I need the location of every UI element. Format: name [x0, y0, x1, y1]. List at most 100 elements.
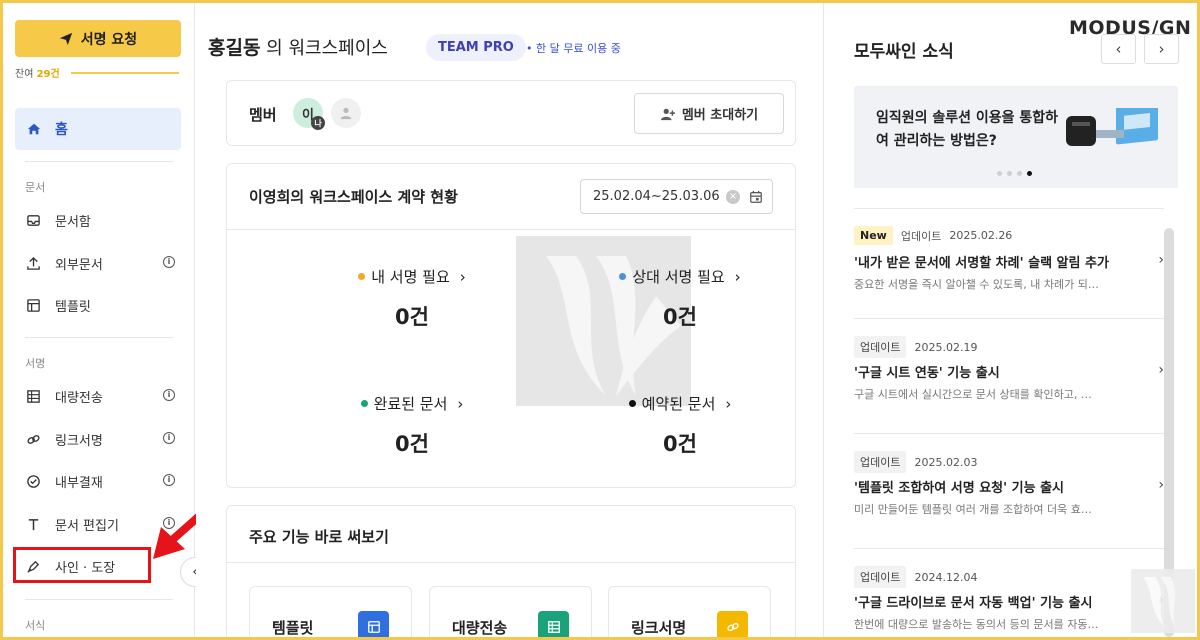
user-icon: [340, 107, 352, 120]
chevron-right-icon: ›: [457, 394, 464, 413]
status-dot: [619, 273, 627, 280]
remaining-bar: [71, 72, 179, 74]
news-headline: '구글 시트 연동' 기능 출시: [854, 366, 1000, 381]
sidebar-item-bulk-send[interactable]: 대량전송 i: [15, 381, 181, 411]
divider: [227, 229, 795, 230]
feature-templates[interactable]: 템플릿: [249, 586, 412, 637]
category-label: 업데이트: [854, 336, 907, 358]
divider: [25, 599, 173, 600]
remaining-count: 잔여 29건: [15, 69, 60, 80]
news-summary: 구글 시트에서 실시간으로 문서 상태를 확인하고, …: [854, 388, 1092, 401]
news-summary: 한번에 대량으로 발송하는 동의서 등의 문서를 자동…: [854, 618, 1099, 631]
news-title: 모두싸인 소식: [854, 42, 954, 62]
stat-my-signature[interactable]: 내 서명 필요 › 0건: [312, 266, 512, 331]
new-badge: New: [854, 226, 893, 245]
template-icon: [358, 611, 389, 637]
features-card: 주요 기능 바로 써보기 템플릿 대량전송 링크서명: [226, 505, 796, 637]
highlight-box: [13, 547, 151, 583]
text-icon: [25, 516, 41, 532]
feature-bulk-send[interactable]: 대량전송: [429, 586, 592, 637]
sidebar-item-label: 외부문서: [55, 257, 103, 273]
trial-note: • 한 달 무료 이용 중: [526, 42, 621, 55]
list-item[interactable]: 업데이트 2025.02.03 '템플릿 조합하여 서명 요청' 기능 출시 미리…: [854, 433, 1164, 548]
news-summary: 미리 만들어둔 템플릿 여러 개를 조합하여 더욱 효…: [854, 503, 1092, 516]
sidebar-item-label: 대량전송: [55, 390, 103, 406]
chevron-right-icon: ›: [459, 267, 466, 286]
sign-request-button[interactable]: 서명 요청: [15, 20, 181, 57]
info-icon[interactable]: i: [163, 389, 175, 401]
list-item[interactable]: 업데이트 2025.02.19 '구글 시트 연동' 기능 출시 구글 시트에서 …: [854, 318, 1164, 433]
divider: [25, 337, 173, 338]
clear-icon[interactable]: ×: [726, 190, 740, 204]
info-icon[interactable]: i: [163, 474, 175, 486]
list-item[interactable]: 업데이트 2024.12.04 '구글 드라이브로 문서 자동 백업' 기능 출시…: [854, 548, 1164, 637]
contract-title: 이영희의 워크스페이스 계약 현황: [249, 188, 458, 206]
section-label-documents: 문서: [25, 181, 46, 194]
info-icon[interactable]: i: [163, 256, 175, 268]
news-date: 2025.02.19: [914, 340, 978, 354]
check-circle-icon: [25, 473, 41, 489]
status-dot: [358, 273, 366, 280]
sign-request-label: 서명 요청: [80, 31, 138, 48]
sidebar-item-templates[interactable]: 템플릿: [15, 290, 181, 320]
avatar-placeholder[interactable]: [331, 98, 361, 128]
sidebar-item-label: 템플릿: [55, 299, 91, 315]
news-headline: '내가 받은 문서에 서명할 차례' 슬랙 알림 추가: [854, 256, 1109, 271]
sidebar-item-inbox[interactable]: 문서함: [15, 205, 181, 235]
send-icon: [59, 32, 72, 45]
stat-counterparty-signature[interactable]: 상대 서명 필요 › 0건: [580, 266, 780, 331]
sidebar-item-label: 문서함: [55, 214, 91, 230]
divider: [227, 562, 795, 563]
news-date: 2025.02.26: [949, 229, 1013, 242]
sidebar-item-label: 홈: [55, 122, 68, 138]
section-label-signing: 서명: [25, 357, 46, 370]
category-label: 업데이트: [854, 566, 907, 588]
news-date: 2025.02.03: [914, 455, 978, 469]
link-icon: [25, 431, 41, 447]
sidebar-item-label: 문서 편집기: [55, 518, 119, 534]
sidebar-item-label: 링크서명: [55, 433, 103, 449]
sidebar-item-link-sign[interactable]: 링크서명 i: [15, 424, 181, 454]
status-dot: [628, 400, 636, 407]
plan-badge: TEAM PRO: [426, 34, 526, 61]
news-date: 2024.12.04: [914, 570, 978, 584]
invite-member-button[interactable]: 멤버 초대하기: [634, 93, 784, 134]
workspace-title: 홍길동 의 워크스페이스: [208, 37, 388, 59]
category-label: 업데이트: [900, 229, 942, 243]
inbox-icon: [25, 212, 41, 228]
avatar[interactable]: 이 나: [293, 98, 325, 130]
feature-link-sign[interactable]: 링크서명: [608, 586, 771, 637]
news-prev-button[interactable]: ‹: [1101, 34, 1136, 64]
news-summary: 중요한 서명을 즉시 알아챌 수 있도록, 내 차례가 되…: [854, 278, 1099, 291]
stat-completed-docs[interactable]: 완료된 문서 › 0건: [312, 393, 512, 458]
contract-status-card: 이영희의 워크스페이스 계약 현황 25.02.04~25.03.06 × 내 …: [226, 163, 796, 488]
upload-icon: [25, 255, 41, 271]
template-icon: [25, 297, 41, 313]
sidebar-item-external-docs[interactable]: 외부문서 i: [15, 248, 181, 278]
member-label: 멤버: [249, 106, 277, 124]
sidebar-item-home[interactable]: 홈: [15, 108, 181, 150]
watermark-logo-icon: [1131, 569, 1195, 633]
key-card-icon: [1066, 108, 1158, 146]
calendar-icon[interactable]: [749, 190, 763, 204]
stat-scheduled-docs[interactable]: 예약된 문서 › 0건: [580, 393, 780, 458]
promo-banner[interactable]: 임직원의 솔루션 이용을 통합하여 관리하는 방법은?: [854, 86, 1178, 188]
info-icon[interactable]: i: [163, 432, 175, 444]
chevron-right-icon: ›: [734, 267, 741, 286]
table-icon: [25, 388, 41, 404]
news-next-button[interactable]: ›: [1144, 34, 1179, 64]
banner-text: 임직원의 솔루션 이용을 통합하여 관리하는 방법은?: [876, 110, 1059, 149]
home-icon: [27, 123, 41, 135]
table-icon: [538, 611, 569, 637]
news-panel: MODUS/GN 모두싸인 소식 ‹ › 임직원의 솔루션 이용을 통합하여 관…: [823, 3, 1197, 637]
app-frame: 서명 요청 잔여 29건 홈 문서 문서함 외부문서 i 템플릿 서명 대량전송…: [3, 3, 1197, 637]
chevron-right-icon: ›: [725, 394, 732, 413]
status-dot: [360, 400, 368, 407]
news-headline: '구글 드라이브로 문서 자동 백업' 기능 출시: [854, 596, 1093, 611]
category-label: 업데이트: [854, 451, 907, 473]
main-content: 홍길동 의 워크스페이스 TEAM PRO • 한 달 무료 이용 중 멤버 이…: [196, 3, 822, 637]
news-headline: '템플릿 조합하여 서명 요청' 기능 출시: [854, 481, 1064, 496]
date-range-picker[interactable]: 25.02.04~25.03.06 ×: [580, 179, 773, 214]
list-item[interactable]: New 업데이트 2025.02.26 '내가 받은 문서에 서명할 차례' 슬랙 …: [854, 208, 1164, 323]
carousel-dots[interactable]: [997, 171, 1032, 176]
